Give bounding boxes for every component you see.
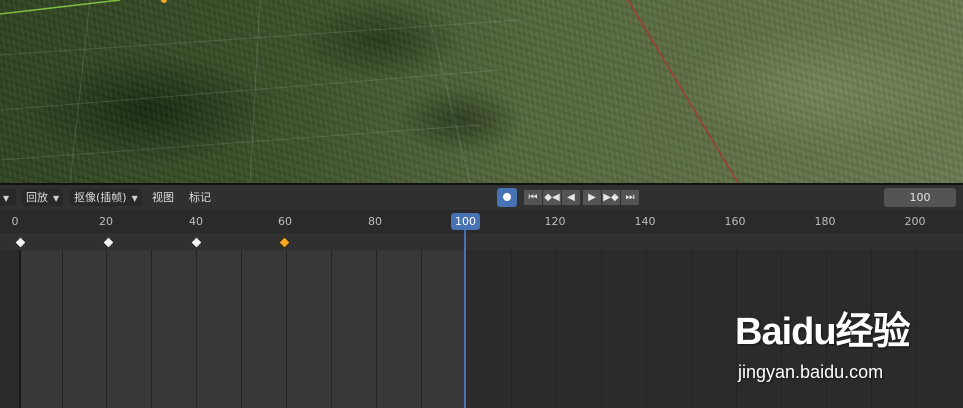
ruler-tick: 140	[634, 215, 656, 228]
grid-line	[916, 233, 917, 408]
frame-range-highlight	[20, 233, 465, 408]
grid-line	[331, 233, 332, 408]
grid-line	[646, 233, 647, 408]
play-icon: ▶	[588, 192, 596, 203]
jump-to-start-button[interactable]: ⏮	[524, 190, 542, 205]
editor-type-dropdown[interactable]: ▼	[0, 189, 16, 206]
next-keyframe-icon: ▶◆	[603, 192, 619, 203]
record-icon	[503, 193, 511, 201]
play-reverse-button[interactable]: ◀	[562, 190, 580, 205]
ruler-tick: 200	[904, 215, 926, 228]
jump-to-start-icon: ⏮	[528, 192, 538, 203]
grid-line	[511, 233, 512, 408]
previous-keyframe-button[interactable]: ◆◀	[543, 190, 561, 205]
grid-line	[421, 233, 422, 408]
jump-to-end-icon: ⏭	[625, 192, 635, 203]
grid-line	[62, 233, 63, 408]
grid-line	[196, 233, 197, 408]
next-keyframe-button[interactable]: ▶◆	[602, 190, 620, 205]
current-frame-indicator[interactable]: 100	[451, 213, 480, 230]
x-axis-line	[627, 0, 739, 183]
viewport-overlay	[0, 0, 739, 183]
ruler-tick: 20	[99, 215, 113, 228]
keying-menu-label: 抠像(插帧)	[74, 191, 127, 204]
ruler-tick: 60	[278, 215, 292, 228]
ruler-tick: 80	[368, 215, 382, 228]
ruler-tick: 120	[544, 215, 566, 228]
chevron-down-icon: ▼	[131, 194, 138, 203]
ruler-tick: 0	[11, 215, 19, 228]
playback-menu[interactable]: 回放 ▼	[22, 189, 64, 206]
marker-menu[interactable]: 标记	[187, 189, 213, 206]
summary-channel-row[interactable]	[0, 233, 963, 250]
auto-keying-record-button[interactable]	[497, 188, 517, 207]
chevron-down-icon: ▼	[3, 194, 10, 203]
frame-ruler[interactable]: 0 20 40 60 80 120 140 160 180 200 100	[0, 210, 963, 233]
view-menu[interactable]: 视图	[150, 189, 176, 206]
playback-menu-label: 回放	[26, 191, 48, 204]
play-button[interactable]: ▶	[583, 190, 601, 205]
baidu-logo: Baidu经验	[735, 311, 911, 353]
watermark-url: jingyan.baidu.com	[738, 362, 884, 382]
object-origin-dot	[161, 0, 167, 3]
baidu-watermark: Baidu经验 jingyan.baidu.com	[735, 300, 911, 382]
grid-line	[691, 233, 692, 408]
grid-line	[241, 233, 242, 408]
grid-line	[151, 233, 152, 408]
frame-range-start-line	[19, 233, 21, 408]
play-reverse-icon: ◀	[567, 192, 575, 203]
ruler-tick: 40	[189, 215, 203, 228]
keying-menu[interactable]: 抠像(插帧) ▼	[70, 189, 142, 206]
grid-line	[376, 233, 377, 408]
grid-line	[556, 233, 557, 408]
ruler-tick: 180	[814, 215, 836, 228]
grid-line	[286, 233, 287, 408]
previous-keyframe-icon: ◆◀	[544, 192, 560, 203]
y-axis-line	[0, 0, 121, 15]
chevron-down-icon: ▼	[53, 194, 60, 203]
current-frame-field[interactable]: 100	[884, 188, 956, 207]
jump-to-end-button[interactable]: ⏭	[621, 190, 639, 205]
3d-viewport[interactable]	[0, 0, 963, 183]
timeline-header: ▼ 回放 ▼ 抠像(插帧) ▼ 视图 标记 ⏮ ◆◀ ◀ ▶ ▶◆ ⏭ 100	[0, 185, 963, 210]
ruler-tick: 160	[724, 215, 746, 228]
grid-line	[106, 233, 107, 408]
grid-line	[601, 233, 602, 408]
playhead-line[interactable]	[464, 229, 466, 408]
